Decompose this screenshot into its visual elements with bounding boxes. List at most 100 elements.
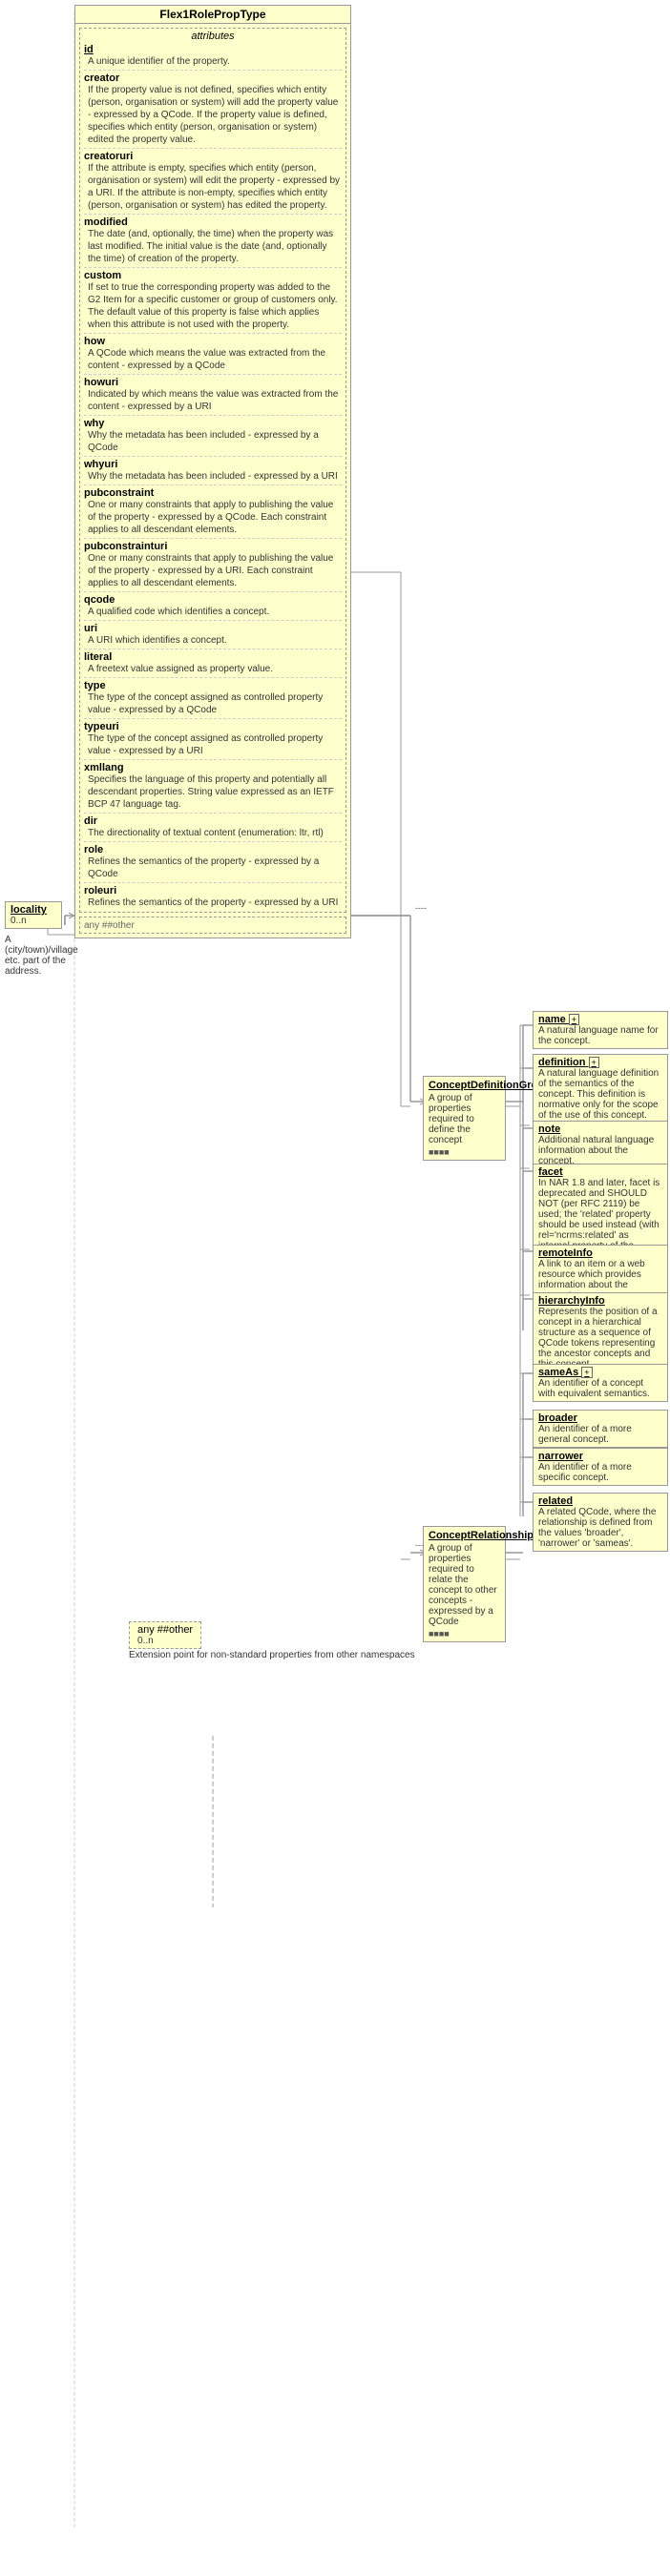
attr-roleuri-desc: Refines the semantics of the property - … [88, 896, 342, 909]
attr-roleuri-name: roleuri [84, 885, 116, 896]
attr-custom-desc: If set to true the corresponding propert… [88, 281, 342, 331]
attr-type-name: type [84, 680, 106, 691]
diagram-container: Flex1RolePropType attributes id A unique… [0, 0, 670, 2576]
any-other-bottom-box: any ##other 0..n [129, 1621, 201, 1649]
sameas-title: sameAs + [538, 1367, 662, 1378]
attr-whyuri-desc: Why the metadata has been included - exp… [88, 470, 342, 483]
attr-whyuri-name: whyuri [84, 459, 117, 470]
definition-title: definition + [538, 1057, 662, 1068]
attributes-title: attributes [84, 31, 342, 42]
attr-why: why Why the metadata has been included -… [84, 418, 342, 454]
any-other-bottom-desc: Extension point for non-standard propert… [129, 1650, 415, 1660]
attr-why-desc: Why the metadata has been included - exp… [88, 429, 342, 454]
hierarchyinfo-box: hierarchyInfo Represents the position of… [533, 1292, 668, 1372]
attr-roleuri: roleuri Refines the semantics of the pro… [84, 885, 342, 909]
broader-desc: An identifier of a more general concept. [538, 1424, 662, 1445]
attr-whyuri: whyuri Why the metadata has been include… [84, 459, 342, 483]
attr-literal: literal A freetext value assigned as pro… [84, 651, 342, 675]
narrower-title: narrower [538, 1451, 662, 1462]
any-other-bottom-label: any ##other [137, 1624, 193, 1636]
main-box: Flex1RolePropType attributes id A unique… [74, 5, 351, 938]
facet-title: facet [538, 1166, 662, 1178]
concept-definitions-multiplicity: ■■■■ [429, 1147, 500, 1157]
broader-title: broader [538, 1412, 662, 1424]
remoteinfo-title: remoteInfo [538, 1247, 662, 1259]
attr-howuri-desc: Indicated by which means the value was e… [88, 388, 342, 413]
hierarchyinfo-desc: Represents the position of a concept in … [538, 1307, 662, 1370]
any-other-bottom-multiplicity: 0..n [137, 1636, 193, 1646]
concept-relationships-group-box: ConceptRelationshipsGroup A group of pro… [423, 1526, 506, 1642]
attr-xmllang-desc: Specifies the language of this property … [88, 773, 342, 811]
attr-modified: modified The date (and, optionally, the … [84, 216, 342, 265]
attr-howuri-name: howuri [84, 377, 118, 388]
attr-qcode: qcode A qualified code which identifies … [84, 594, 342, 618]
locality-title: locality [10, 904, 56, 916]
attr-creatoruri: creatoruri If the attribute is empty, sp… [84, 151, 342, 212]
attr-id-name: id [84, 44, 94, 55]
attr-uri: uri A URI which identifies a concept. [84, 623, 342, 647]
concept-definitions-group-box: ConceptDefinitionGroup A group of proper… [423, 1076, 506, 1161]
name-box: name + A natural language name for the c… [533, 1011, 668, 1049]
attr-how-desc: A QCode which means the value was extrac… [88, 347, 342, 372]
concept-relationships-group-title: ConceptRelationshipsGroup [429, 1530, 500, 1541]
any-other-label: any ##other [84, 920, 135, 931]
definition-desc: A natural language definition of the sem… [538, 1068, 662, 1121]
attr-creator: creator If the property value is not def… [84, 72, 342, 146]
attr-modified-name: modified [84, 216, 128, 228]
locality-box: locality 0..n [5, 901, 62, 929]
attr-pubconstraint: pubconstraint One or many constraints th… [84, 487, 342, 536]
attr-typeuri-name: typeuri [84, 721, 119, 732]
any-other-section: any ##other [79, 917, 346, 934]
concept-relationships-group-desc: A group of properties required to relate… [429, 1543, 500, 1627]
attr-why-name: why [84, 418, 104, 429]
attr-pubconstrainturi-name: pubconstrainturi [84, 541, 167, 552]
related-box: related A related QCode, where the relat… [533, 1493, 668, 1552]
narrower-desc: An identifier of a more specific concept… [538, 1462, 662, 1483]
definition-box: definition + A natural language definiti… [533, 1054, 668, 1123]
attr-uri-name: uri [84, 623, 97, 634]
attr-role: role Refines the semantics of the proper… [84, 844, 342, 880]
sameas-box: sameAs + An identifier of a concept with… [533, 1364, 668, 1402]
attr-qcode-desc: A qualified code which identifies a conc… [88, 606, 342, 618]
sameas-desc: An identifier of a concept with equivale… [538, 1378, 662, 1399]
attr-how: how A QCode which means the value was ex… [84, 336, 342, 372]
related-title: related [538, 1495, 662, 1507]
attr-howuri: howuri Indicated by which means the valu… [84, 377, 342, 413]
attr-uri-desc: A URI which identifies a concept. [88, 634, 342, 647]
attr-custom: custom If set to true the corresponding … [84, 270, 342, 331]
attr-role-name: role [84, 844, 103, 855]
concept-relationships-multiplicity: ■■■■ [429, 1629, 500, 1638]
attr-modified-desc: The date (and, optionally, the time) whe… [88, 228, 342, 265]
note-box: note Additional natural language informa… [533, 1121, 668, 1169]
note-desc: Additional natural language information … [538, 1135, 662, 1166]
attr-type: type The type of the concept assigned as… [84, 680, 342, 716]
name-title: name + [538, 1014, 662, 1025]
attr-dir-desc: The directionality of textual content (e… [88, 827, 342, 839]
attr-pubconstraint-desc: One or many constraints that apply to pu… [88, 499, 342, 536]
attr-dir: dir The directionality of textual conten… [84, 815, 342, 839]
attr-literal-desc: A freetext value assigned as property va… [88, 663, 342, 675]
attr-role-desc: Refines the semantics of the property - … [88, 855, 342, 880]
attr-xmllang-name: xmllang [84, 762, 124, 773]
attr-creator-name: creator [84, 72, 119, 84]
attr-id: id A unique identifier of the property. [84, 44, 342, 68]
attr-creatoruri-name: creatoruri [84, 151, 133, 162]
attr-pubconstrainturi-desc: One or many constraints that apply to pu… [88, 552, 342, 589]
attributes-section: attributes id A unique identifier of the… [79, 28, 346, 913]
attr-id-desc: A unique identifier of the property. [88, 55, 342, 68]
attr-qcode-name: qcode [84, 594, 115, 606]
attr-literal-name: literal [84, 651, 112, 663]
attr-typeuri: typeuri The type of the concept assigned… [84, 721, 342, 757]
attr-custom-name: custom [84, 270, 121, 281]
name-desc: A natural language name for the concept. [538, 1025, 662, 1046]
related-desc: A related QCode, where the relationship … [538, 1507, 662, 1549]
attr-pubconstraint-name: pubconstraint [84, 487, 154, 499]
locality-desc: A (city/town)/village etc. part of the a… [5, 935, 67, 977]
narrower-box: narrower An identifier of a more specifi… [533, 1448, 668, 1486]
attr-xmllang: xmllang Specifies the language of this p… [84, 762, 342, 811]
attr-type-desc: The type of the concept assigned as cont… [88, 691, 342, 716]
attr-typeuri-desc: The type of the concept assigned as cont… [88, 732, 342, 757]
note-title: note [538, 1123, 662, 1135]
svg-text:----: ---- [415, 903, 427, 913]
attr-creator-desc: If the property value is not defined, sp… [88, 84, 342, 146]
